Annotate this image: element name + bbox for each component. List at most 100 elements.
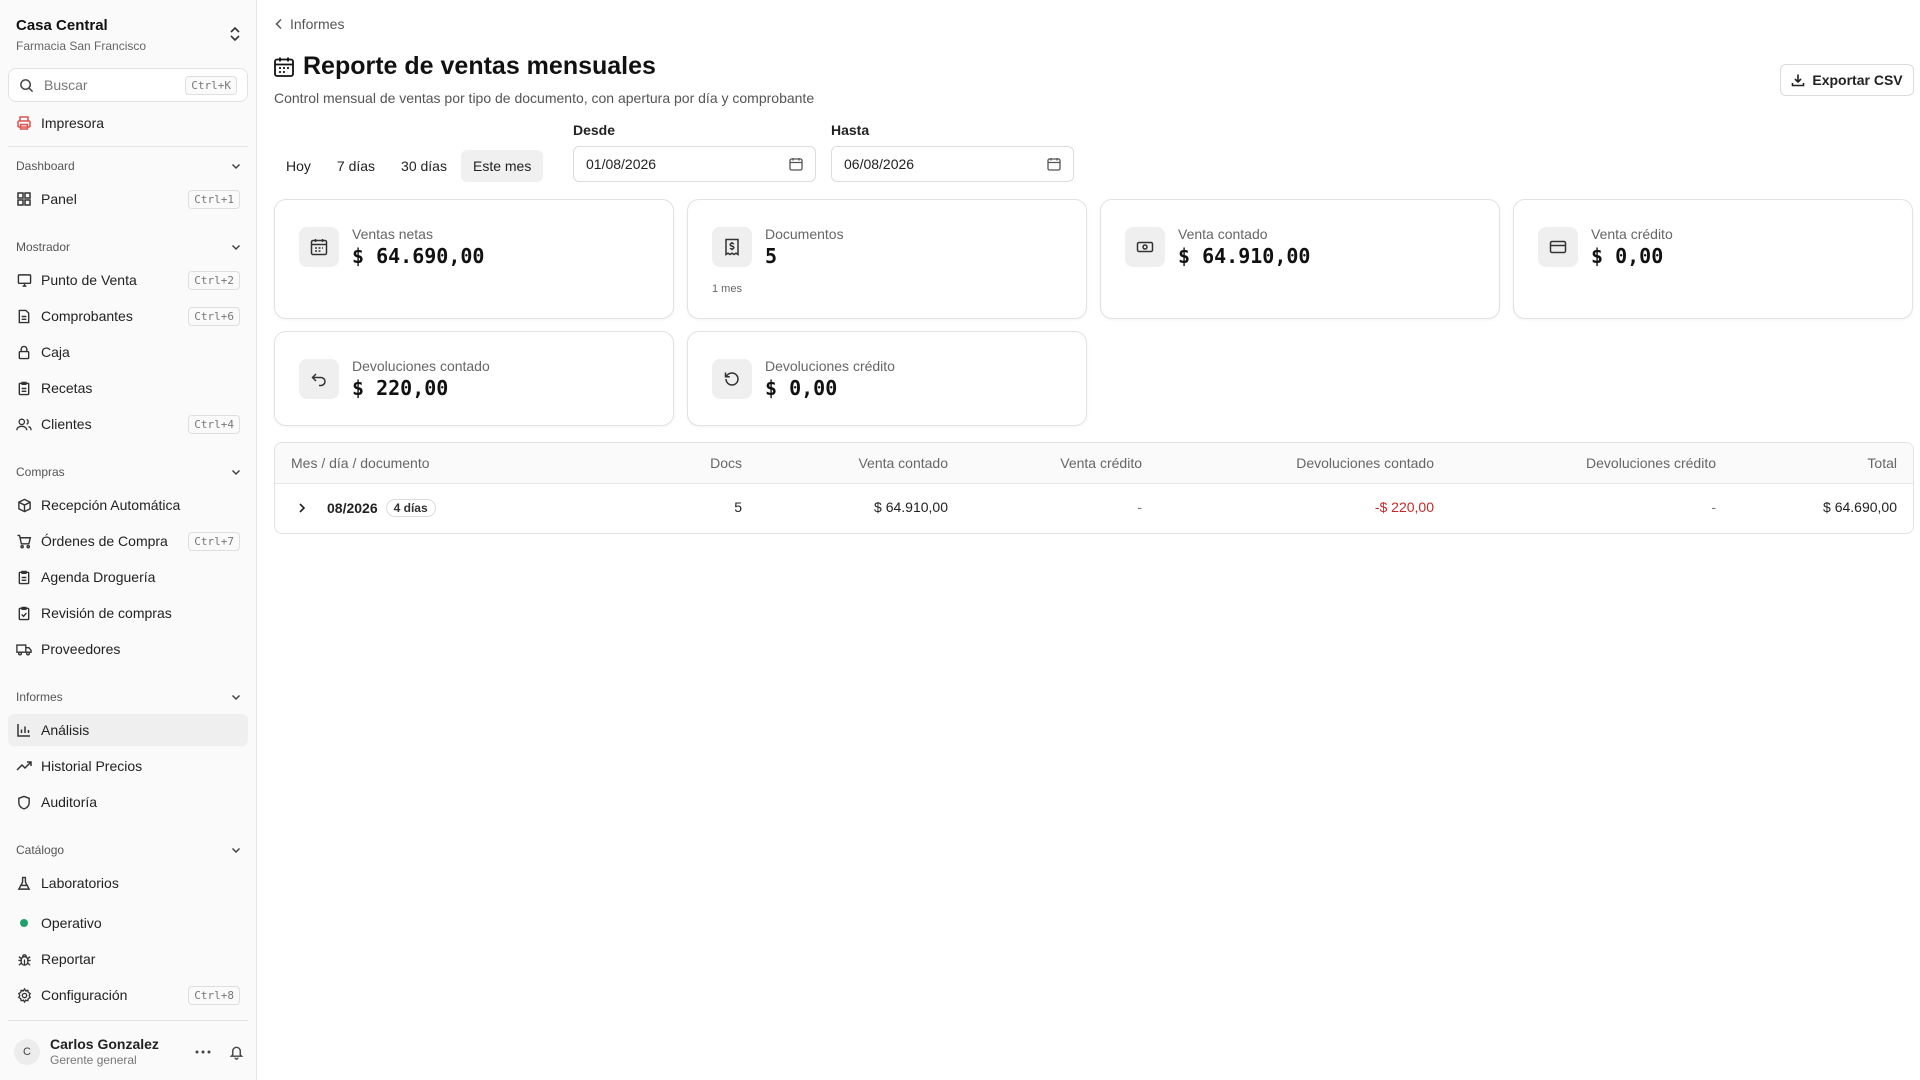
to-date-field[interactable]: 06/08/2026: [831, 146, 1074, 182]
kpi-value: $ 64.910,00: [1178, 244, 1311, 268]
preset-hoy[interactable]: Hoy: [274, 150, 323, 182]
sidebar-item-label: Configuración: [41, 987, 128, 1003]
status-operativo[interactable]: Operativo: [8, 907, 248, 939]
search-icon: [19, 78, 34, 93]
rotate-ccw-icon: [712, 359, 752, 399]
sidebar-item-punto-de-venta[interactable]: Punto de Venta Ctrl+2: [8, 264, 248, 296]
to-date-label: Hasta: [831, 122, 870, 138]
sidebar-item-recetas[interactable]: Recetas: [8, 372, 248, 404]
section-label: Compras: [16, 465, 65, 479]
sidebar-item-label: Laboratorios: [41, 875, 119, 891]
expand-row-chevron-right-icon[interactable]: [295, 501, 309, 515]
section-informes[interactable]: Informes: [16, 687, 242, 707]
kpi-label: Devoluciones crédito: [765, 358, 895, 374]
trending-up-icon: [16, 758, 32, 774]
file-text-icon: [16, 308, 32, 324]
col-header-venta-contado[interactable]: Venta contado: [858, 455, 948, 471]
truck-icon: [16, 641, 32, 657]
breadcrumb-link[interactable]: Informes: [290, 16, 344, 32]
sidebar-item-comprobantes[interactable]: Comprobantes Ctrl+6: [8, 300, 248, 332]
section-mostrador[interactable]: Mostrador: [16, 237, 242, 257]
more-horizontal-icon[interactable]: [195, 1050, 211, 1054]
cell-docs: 5: [734, 499, 742, 515]
kpi-card-ventas-netas: Ventas netas $ 64.690,00: [274, 199, 674, 319]
chevron-down-icon: [230, 691, 242, 703]
chevron-left-icon: [274, 18, 284, 30]
calendar-icon: [299, 227, 339, 267]
page-title: Reporte de ventas mensuales: [303, 52, 656, 80]
sidebar-item-panel[interactable]: Panel Ctrl+1: [8, 183, 248, 215]
kpi-label: Venta contado: [1178, 226, 1268, 242]
breadcrumb[interactable]: Informes: [274, 16, 344, 32]
col-header-docs[interactable]: Docs: [710, 455, 742, 471]
report-bug-button[interactable]: Reportar: [8, 943, 248, 975]
org-name: Casa Central: [16, 17, 108, 34]
sidebar-item-configuracion[interactable]: Configuración Ctrl+8: [8, 979, 248, 1011]
bell-icon[interactable]: [229, 1044, 244, 1060]
kpi-label: Venta crédito: [1591, 226, 1673, 242]
cell-dev-contado: -$ 220,00: [1374, 499, 1434, 515]
col-header-dev-credito[interactable]: Devoluciones crédito: [1586, 455, 1716, 471]
sidebar: Casa Central Farmacia San Francisco Busc…: [0, 0, 257, 1080]
sidebar-item-laboratorios[interactable]: Laboratorios: [8, 867, 248, 899]
sidebar-item-agenda-drogueria[interactable]: Agenda Droguería: [8, 561, 248, 593]
to-date-value: 06/08/2026: [844, 156, 915, 172]
user-role: Gerente general: [50, 1053, 137, 1067]
section-label: Informes: [16, 690, 63, 704]
preset-este-mes[interactable]: Este mes: [460, 150, 544, 182]
section-dashboard[interactable]: Dashboard: [16, 156, 242, 176]
preset-30-dias[interactable]: 30 días: [389, 150, 459, 182]
receipt-icon: [712, 227, 752, 267]
page-subtitle: Control mensual de ventas por tipo de do…: [274, 90, 815, 106]
download-icon: [1791, 73, 1805, 87]
section-label: Mostrador: [16, 240, 71, 254]
sidebar-item-label: Punto de Venta: [41, 272, 137, 288]
sidebar-item-ordenes-de-compra[interactable]: Órdenes de Compra Ctrl+7: [8, 525, 248, 557]
cell-total: $ 64.690,00: [1823, 499, 1897, 515]
sidebar-item-recepcion-automatica[interactable]: Recepción Automática: [8, 489, 248, 521]
shortcut-badge: Ctrl+7: [188, 531, 240, 551]
preset-7-dias[interactable]: 7 días: [325, 150, 387, 182]
undo-icon: [299, 359, 339, 399]
section-compras[interactable]: Compras: [16, 462, 242, 482]
sidebar-item-analisis[interactable]: Análisis: [8, 714, 248, 746]
sidebar-item-label: Recetas: [41, 380, 93, 396]
shield-icon: [16, 794, 32, 810]
sidebar-item-auditoria[interactable]: Auditoría: [8, 786, 248, 818]
credit-card-icon: [1538, 227, 1578, 267]
col-header-venta-credito[interactable]: Venta crédito: [1060, 455, 1142, 471]
avatar: C: [14, 1039, 40, 1065]
status-label: Operativo: [41, 915, 102, 931]
kpi-card-devoluciones-credito: Devoluciones crédito $ 0,00: [687, 331, 1087, 426]
sidebar-item-label: Análisis: [41, 722, 90, 738]
kpi-label: Ventas netas: [352, 226, 433, 242]
search-placeholder: Buscar: [44, 77, 88, 93]
section-catalogo[interactable]: Catálogo: [16, 840, 242, 860]
days-badge: 4 días: [385, 499, 436, 517]
col-header-mes[interactable]: Mes / día / documento: [291, 455, 430, 471]
sidebar-item-caja[interactable]: Caja: [8, 336, 248, 368]
lock-icon: [16, 344, 32, 360]
sidebar-item-historial-precios[interactable]: Historial Precios: [8, 750, 248, 782]
sidebar-item-revision-de-compras[interactable]: Revisión de compras: [8, 597, 248, 629]
bug-icon: [16, 951, 32, 967]
section-label: Dashboard: [16, 159, 75, 173]
org-switcher[interactable]: Casa Central Farmacia San Francisco: [16, 16, 242, 56]
printer-icon: [16, 115, 32, 131]
col-header-dev-contado[interactable]: Devoluciones contado: [1296, 455, 1434, 471]
search-input[interactable]: Buscar Ctrl+K: [8, 68, 248, 102]
table-header: Mes / día / documento Docs Venta contado…: [275, 443, 1913, 484]
col-header-total[interactable]: Total: [1867, 455, 1897, 471]
bar-chart-icon: [16, 722, 32, 738]
user-menu[interactable]: C Carlos Gonzalez Gerente general: [14, 1034, 244, 1070]
sidebar-item-clientes[interactable]: Clientes Ctrl+4: [8, 408, 248, 440]
shortcut-badge: Ctrl+8: [188, 985, 240, 1005]
from-date-field[interactable]: 01/08/2026: [573, 146, 816, 182]
export-csv-button[interactable]: Exportar CSV: [1780, 64, 1914, 96]
sidebar-item-label: Revisión de compras: [41, 605, 172, 621]
cell-venta-contado: $ 64.910,00: [874, 499, 948, 515]
sidebar-item-label: Caja: [41, 344, 70, 360]
sidebar-item-proveedores[interactable]: Proveedores: [8, 633, 248, 665]
sidebar-item-printer[interactable]: Impresora: [8, 107, 248, 139]
flask-icon: [16, 875, 32, 891]
